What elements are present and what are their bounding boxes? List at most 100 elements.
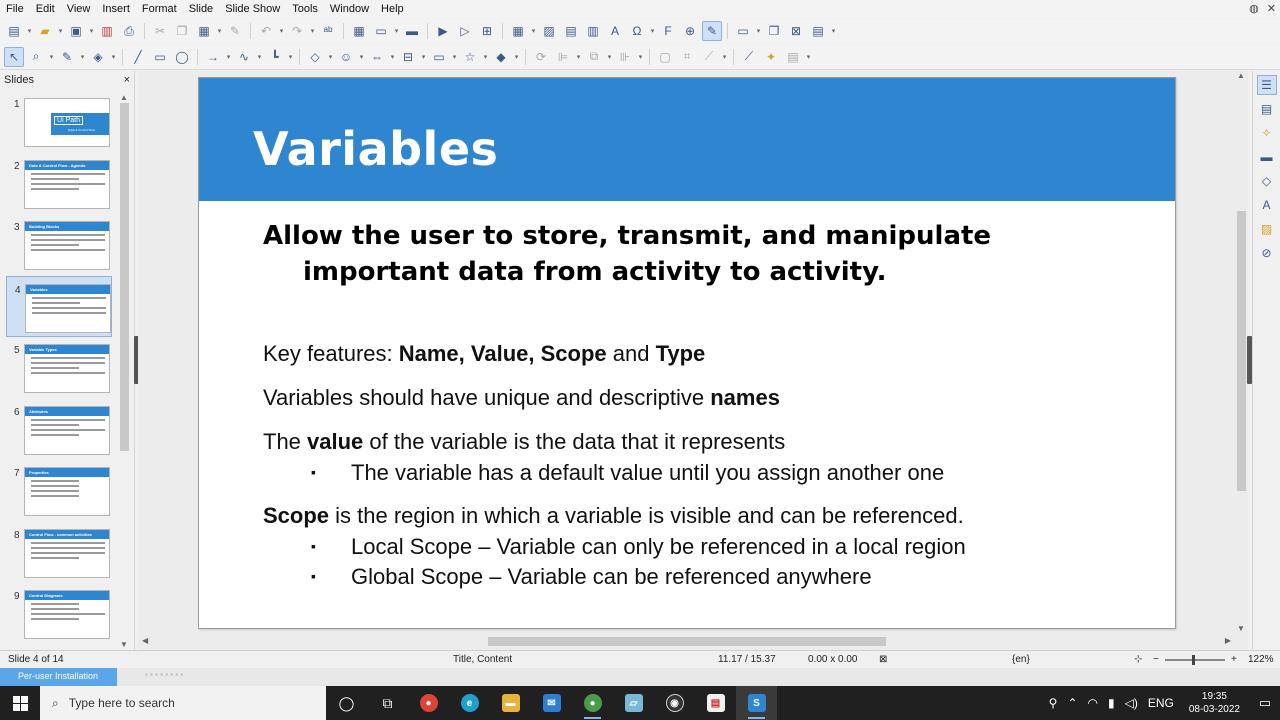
save-icon[interactable]: ▣ — [66, 21, 86, 41]
microphone-icon[interactable]: ▮ — [1103, 696, 1120, 710]
flowchart-icon[interactable]: ⊟ — [398, 47, 418, 67]
slide-thumbnail-2[interactable]: 2 Data & Control Flow - Agenda — [0, 153, 118, 215]
arrange-icon[interactable]: ⧉ — [584, 47, 604, 67]
show-draw-functions-icon[interactable]: ✎ — [702, 21, 722, 41]
crop-icon[interactable]: ⌗ — [677, 47, 697, 67]
per-user-installation-label[interactable]: Per-user Installation — [0, 668, 117, 686]
language-indicator[interactable]: {en} — [1012, 654, 1030, 665]
close-icon[interactable]: × — [124, 74, 130, 86]
copy-icon[interactable]: ❐ — [172, 21, 192, 41]
symbol-shapes-icon[interactable]: ☺ — [336, 47, 356, 67]
scroll-up-icon[interactable]: ▲ — [120, 93, 128, 102]
slide-subtitle[interactable]: Allow the user to store, transmit, and m… — [263, 218, 1123, 290]
slide-content[interactable]: Key features: Name, Value, Scope and Typ… — [263, 340, 1143, 606]
menu-slide-show[interactable]: Slide Show — [219, 0, 286, 18]
comment-icon[interactable]: ▭ — [733, 21, 753, 41]
menu-file[interactable]: File — [0, 0, 30, 18]
save-state-icon[interactable]: ⊠ — [879, 654, 887, 665]
table-icon[interactable]: ▦ — [508, 21, 528, 41]
slides-scrollbar[interactable]: ▲ ▼ — [118, 93, 131, 649]
chevron-down-icon[interactable]: ▾ — [216, 27, 223, 35]
chevron-down-icon[interactable]: ▾ — [575, 53, 582, 61]
shapes-icon[interactable]: ◇ — [1257, 171, 1277, 191]
connector-icon[interactable]: ┗ — [265, 47, 285, 67]
document-app-icon[interactable]: ▤ — [695, 686, 736, 720]
chevron-down-icon[interactable]: ▾ — [88, 27, 95, 35]
edge-icon[interactable]: e — [449, 686, 490, 720]
horizontal-scrollbar[interactable]: ◀ ▶ — [138, 634, 1235, 648]
scroll-thumb[interactable] — [488, 637, 886, 646]
chevron-down-icon[interactable]: ▾ — [530, 27, 537, 35]
scroll-right-icon[interactable]: ▶ — [1225, 636, 1231, 645]
delete-slide-icon[interactable]: ⊠ — [786, 21, 806, 41]
select-arrow-icon[interactable]: ↖ — [4, 46, 24, 67]
paste-icon[interactable]: ▦ — [194, 21, 214, 41]
chevron-down-icon[interactable]: ▾ — [420, 53, 427, 61]
chevron-up-icon[interactable]: ⌃ — [1062, 696, 1082, 710]
curve-icon[interactable]: ∿ — [234, 47, 254, 67]
chevron-down-icon[interactable]: ▾ — [451, 53, 458, 61]
cut-icon[interactable]: ✂ — [150, 21, 170, 41]
volume-icon[interactable]: ◁) — [1120, 696, 1143, 710]
chevron-down-icon[interactable]: ▾ — [225, 53, 232, 61]
scroll-down-icon[interactable]: ▼ — [120, 640, 128, 649]
network-icon[interactable]: ◠ — [1083, 696, 1103, 710]
menu-edit[interactable]: Edit — [30, 0, 61, 18]
chevron-down-icon[interactable]: ▾ — [721, 53, 728, 61]
chevron-down-icon[interactable]: ▾ — [513, 53, 520, 61]
block-arrows-icon[interactable]: ⇔ — [367, 47, 387, 67]
animation-icon[interactable]: ✧ — [1257, 123, 1277, 143]
zoom-out-button[interactable]: − — [1153, 654, 1159, 665]
chevron-down-icon[interactable]: ▾ — [389, 53, 396, 61]
filter-icon[interactable]: ⟋ — [699, 47, 719, 67]
chevron-down-icon[interactable]: ▾ — [327, 53, 334, 61]
arrow-line-icon[interactable]: → — [203, 47, 223, 67]
slide-thumbnail-7[interactable]: 7 Properties — [0, 460, 118, 522]
chevron-down-icon[interactable]: ▾ — [79, 53, 86, 61]
menu-insert[interactable]: Insert — [96, 0, 136, 18]
fit-slide-icon[interactable]: ⊹ — [1134, 654, 1142, 665]
slide-thumbnail-9[interactable]: 9 Control Diagrams — [0, 583, 118, 645]
zoom-slider[interactable] — [1165, 659, 1225, 661]
toggle-extrusion-icon[interactable]: ▤ — [783, 47, 803, 67]
menu-tools[interactable]: Tools — [286, 0, 324, 18]
file-explorer-icon[interactable]: ▬ — [490, 686, 531, 720]
zoom-icon[interactable]: ⌕ — [26, 47, 46, 67]
zoom-slider-knob[interactable] — [1192, 655, 1195, 665]
chevron-down-icon[interactable]: ▾ — [26, 27, 33, 35]
input-language[interactable]: ENG — [1143, 696, 1179, 710]
shadow-icon[interactable]: ▢ — [655, 47, 675, 67]
menu-format[interactable]: Format — [136, 0, 183, 18]
slide-thumbnail-8[interactable]: 8 Control Flow - common activities — [0, 522, 118, 584]
clone-formatting-icon[interactable]: ✎ — [225, 21, 245, 41]
menu-help[interactable]: Help — [375, 0, 410, 18]
libreoffice-impress-icon[interactable]: S — [736, 686, 777, 720]
navigator-icon[interactable]: ⊘ — [1257, 243, 1277, 263]
rectangle-icon[interactable]: ▭ — [150, 47, 170, 67]
export-pdf-icon[interactable]: ▥ — [97, 21, 117, 41]
slide-thumbnail-3[interactable]: 3 Building Blocks — [0, 214, 118, 276]
master-slides-icon[interactable]: ▬ — [1257, 147, 1277, 167]
styles-icon[interactable]: A — [1257, 195, 1277, 215]
mail-icon[interactable]: ✉ — [531, 686, 572, 720]
basic-shapes-icon[interactable]: ◇ — [305, 47, 325, 67]
special-character-icon[interactable]: Ω — [627, 21, 647, 41]
chevron-down-icon[interactable]: ▾ — [830, 27, 837, 35]
slideshow-current-icon[interactable]: ▷ — [455, 21, 475, 41]
people-icon[interactable]: ⚲ — [1044, 696, 1063, 710]
fill-color-icon[interactable]: ◈ — [88, 47, 108, 67]
3d-objects-icon[interactable]: ◆ — [491, 47, 511, 67]
gluepoints-icon[interactable]: ✦ — [761, 47, 781, 67]
chevron-down-icon[interactable]: ▾ — [393, 27, 400, 35]
menu-view[interactable]: View — [61, 0, 97, 18]
slide-transition-icon[interactable]: ▤ — [1257, 99, 1277, 119]
undo-icon[interactable]: ↶ — [256, 21, 276, 41]
scroll-thumb[interactable] — [120, 103, 129, 451]
start-button[interactable] — [0, 686, 40, 720]
chevron-down-icon[interactable]: ▾ — [637, 53, 644, 61]
chevron-down-icon[interactable]: ▾ — [48, 53, 55, 61]
chevron-down-icon[interactable]: ▾ — [649, 27, 656, 35]
slide-thumbnail-4[interactable]: 4 Variables — [6, 275, 112, 337]
globe-icon[interactable]: ◍ — [1249, 0, 1259, 18]
gallery-icon[interactable]: ▨ — [1257, 219, 1277, 239]
